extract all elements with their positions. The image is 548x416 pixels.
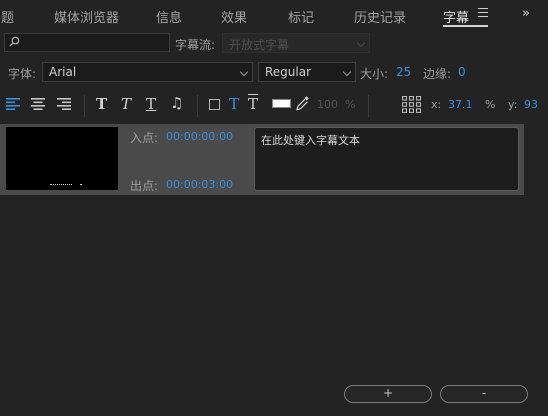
align-left-icon[interactable]	[6, 98, 20, 110]
chevron-down-icon	[356, 38, 366, 48]
panel-menu-icon[interactable]	[478, 8, 488, 18]
size-label: 大小:	[360, 67, 389, 81]
caption-stream-label: 字幕流:	[175, 38, 216, 52]
chevron-down-icon	[342, 67, 352, 77]
opacity-value: 100	[317, 98, 338, 111]
overflow-icon[interactable]: »	[522, 6, 530, 21]
thumbnail-caption-preview	[50, 184, 72, 185]
x-unit: %	[485, 98, 496, 111]
tab-bar: 题 媒体浏览器 信息 效果 标记 历史记录 字幕 »	[0, 0, 548, 30]
eyedropper-icon[interactable]	[296, 95, 310, 111]
out-point-label: 出点:	[130, 179, 159, 193]
font-family-select[interactable]: Arial	[42, 62, 253, 82]
color-swatch[interactable]	[272, 99, 291, 108]
caption-row[interactable]: 入点: 00:00:00:00 出点: 00:00:03:00 在此处键入字幕文…	[0, 124, 524, 195]
tab-captions[interactable]: 字幕	[443, 7, 469, 26]
in-point-timecode[interactable]: 00:00:00:00	[166, 130, 233, 143]
font-family-value: Arial	[49, 65, 77, 79]
tab-media-browser[interactable]: 媒体浏览器	[54, 7, 119, 26]
font-style-value: Regular	[265, 65, 312, 79]
caption-thumbnail	[6, 127, 118, 190]
font-label: 字体:	[8, 67, 37, 81]
y-label: y:	[508, 98, 518, 111]
size-value[interactable]: 25	[396, 65, 411, 79]
align-right-icon[interactable]	[57, 98, 71, 110]
active-tab-indicator	[443, 25, 488, 27]
text-background-icon[interactable]: T	[248, 95, 258, 113]
tab-history[interactable]: 历史记录	[354, 7, 406, 26]
margin-value[interactable]: 0	[458, 65, 466, 79]
toolbar-divider	[197, 95, 198, 117]
background-box-icon[interactable]	[209, 99, 220, 110]
y-value[interactable]: 93	[524, 98, 538, 111]
align-center-icon[interactable]	[31, 98, 45, 110]
tab-markers[interactable]: 标记	[288, 7, 314, 26]
caption-text-input[interactable]: 在此处键入字幕文本	[254, 127, 519, 191]
underline-icon[interactable]: T	[146, 95, 156, 113]
caption-stream-value: 开放式字幕	[229, 38, 290, 52]
tab-info[interactable]: 信息	[156, 7, 182, 26]
bold-icon[interactable]: T	[96, 95, 107, 113]
tab-effects[interactable]: 效果	[221, 7, 247, 26]
italic-icon[interactable]: T	[121, 95, 131, 113]
caption-stream-select: 开放式字幕	[222, 33, 370, 53]
thumbnail-caption-preview	[80, 184, 82, 185]
remove-caption-button[interactable]: -	[440, 385, 528, 403]
font-style-select[interactable]: Regular	[258, 62, 356, 82]
x-value[interactable]: 37.1	[448, 98, 473, 111]
search-icon	[9, 36, 20, 47]
margin-label: 边缘:	[423, 67, 452, 81]
in-point-label: 入点:	[130, 131, 159, 145]
chevron-down-icon	[239, 67, 249, 77]
x-label: x:	[431, 98, 442, 111]
toolbar-divider	[84, 95, 85, 117]
position-grid-icon[interactable]	[402, 96, 421, 113]
tab-titles[interactable]: 题	[1, 7, 14, 26]
add-caption-button[interactable]: +	[344, 385, 432, 403]
music-note-icon[interactable]: ♫	[170, 94, 183, 112]
out-point-timecode[interactable]: 00:00:03:00	[166, 178, 233, 191]
opacity-unit: %	[345, 98, 356, 111]
text-color-icon[interactable]: T	[229, 95, 239, 113]
search-input[interactable]	[4, 33, 170, 52]
toolbar-divider	[368, 95, 369, 117]
